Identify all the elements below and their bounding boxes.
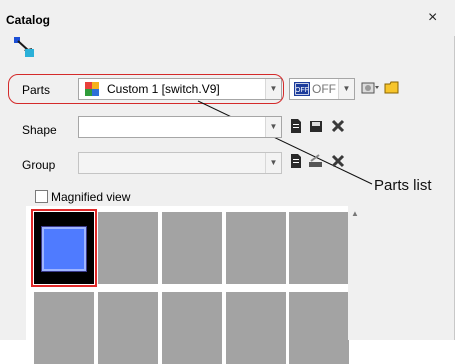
magnified-view-label: Magnified view <box>51 190 131 204</box>
magnified-view-checkbox[interactable] <box>35 190 48 203</box>
part-thumbnail[interactable] <box>34 292 94 364</box>
part-thumbnail-selected[interactable] <box>31 209 97 287</box>
grid-scrollbar[interactable]: ▲ <box>348 206 362 340</box>
group-select[interactable]: ▼ <box>78 152 282 174</box>
part-thumbnail[interactable] <box>162 212 222 284</box>
part-thumbnail[interactable] <box>98 292 158 364</box>
group-label: Group <box>22 158 56 172</box>
delete-shape-icon[interactable] <box>330 118 346 134</box>
shape-label: Shape <box>22 123 57 137</box>
parts-list-annotation: Parts list <box>374 177 432 194</box>
shape-select[interactable]: ▼ <box>78 116 282 138</box>
catalog-panel: Catalog × Parts Custom 1 [switch.V9] ▼ O… <box>0 0 455 364</box>
part-thumbnail[interactable] <box>98 212 158 284</box>
save-shape-icon[interactable] <box>308 118 324 134</box>
delete-group-icon[interactable] <box>330 153 346 169</box>
part-thumbnail[interactable] <box>162 292 222 364</box>
part-thumbnail[interactable] <box>226 212 286 284</box>
parts-grid <box>26 206 349 364</box>
edit-group-icon[interactable] <box>308 153 324 169</box>
scroll-up-icon[interactable]: ▲ <box>351 209 359 218</box>
part-thumbnail[interactable] <box>289 292 349 364</box>
part-thumbnail[interactable] <box>226 292 286 364</box>
new-group-icon[interactable] <box>288 153 304 169</box>
chevron-down-icon[interactable]: ▼ <box>265 117 281 137</box>
new-shape-icon[interactable] <box>288 118 304 134</box>
switch-part-preview <box>41 226 87 272</box>
chevron-down-icon[interactable]: ▼ <box>265 153 281 173</box>
part-thumbnail[interactable] <box>289 212 349 284</box>
